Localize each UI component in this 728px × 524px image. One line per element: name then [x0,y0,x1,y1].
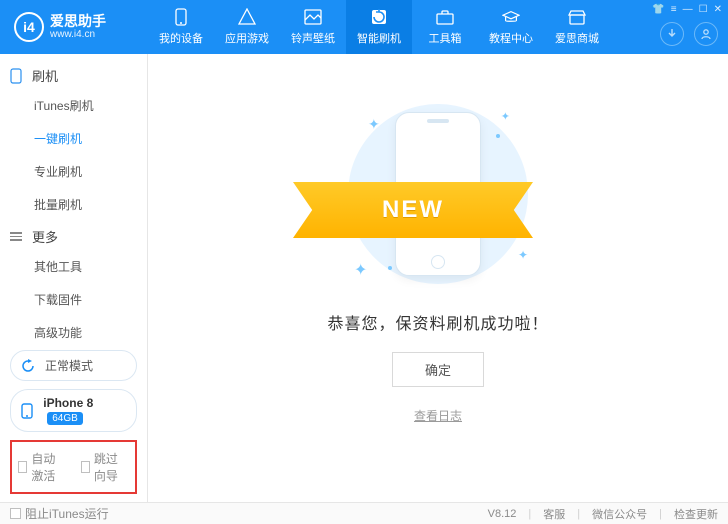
app-logo: i4 爱思助手 www.i4.cn [0,12,148,42]
nav-my-device[interactable]: 我的设备 [148,0,214,54]
dot-icon [496,134,500,138]
download-button[interactable] [660,22,684,46]
sparkle-icon: ✦ [368,116,380,133]
sidebar-group-title: 刷机 [32,66,58,85]
checkbox-label: 阻止iTunes运行 [25,505,109,522]
success-message: 恭喜您，保资料刷机成功啦！ [327,310,548,334]
footer-link-wechat[interactable]: 微信公众号 [592,506,647,522]
close-icon[interactable]: ✕ [714,4,722,15]
phone-icon [21,403,35,419]
apps-icon [238,8,256,26]
logo-title: 爱思助手 [50,14,106,28]
block-itunes-checkbox[interactable]: 阻止iTunes运行 [10,505,109,522]
nav-ringtones[interactable]: 铃声壁纸 [280,0,346,54]
sidebar-group-title: 更多 [32,227,58,246]
storage-badge: 64GB [47,412,83,425]
device-pill[interactable]: iPhone 8 64GB [10,389,137,432]
version-label: V8.12 [488,508,517,520]
mode-pill[interactable]: 正常模式 [10,350,137,381]
device-icon [172,8,190,26]
nav-store[interactable]: 爱思商城 [544,0,610,54]
separator: | [528,508,531,520]
nav-label: 智能刷机 [357,30,401,46]
confirm-button[interactable]: 确定 [392,352,484,387]
sparkle-icon: ✦ [518,248,528,262]
tutorial-icon [502,8,520,26]
footer-link-support[interactable]: 客服 [543,506,565,522]
success-illustration: ✦ ✦ ✦ ✦ NEW [323,102,553,286]
account-button[interactable] [694,22,718,46]
checkbox-label: 跳过向导 [94,450,129,484]
checkbox-icon [81,461,90,473]
sparkle-icon: ✦ [354,260,367,280]
nav-label: 爱思商城 [555,30,599,46]
wallpaper-icon [304,8,322,26]
nav-label: 铃声壁纸 [291,30,335,46]
sidebar-item-other-tools[interactable]: 其他工具 [0,250,147,283]
toolbox-icon [436,8,454,26]
store-icon [568,8,586,26]
auto-activate-checkbox[interactable]: 自动激活 [18,450,67,484]
sidebar-item-advanced[interactable]: 高级功能 [0,316,147,342]
separator: | [659,508,662,520]
checkbox-label: 自动激活 [31,450,66,484]
nav-label: 教程中心 [489,30,533,46]
logo-url: www.i4.cn [50,30,106,40]
window-controls: 👕 ≡ — ☐ ✕ [652,4,722,15]
minimize-icon[interactable]: — [683,4,693,15]
sidebar-item-itunes-flash[interactable]: iTunes刷机 [0,89,147,122]
nav-label: 工具箱 [429,30,462,46]
new-ribbon: NEW [293,182,533,238]
nav-label: 我的设备 [159,30,203,46]
sidebar-group-flash: 刷机 [0,60,147,89]
separator: | [577,508,580,520]
sidebar-item-pro-flash[interactable]: 专业刷机 [0,155,147,188]
ribbon-text: NEW [382,196,444,224]
mode-label: 正常模式 [45,357,93,374]
nav-apps[interactable]: 应用游戏 [214,0,280,54]
nav-flash[interactable]: 智能刷机 [346,0,412,54]
logo-badge: i4 [14,12,44,42]
device-name: iPhone 8 [43,396,93,410]
sidebar-item-download-firmware[interactable]: 下载固件 [0,283,147,316]
nav-toolbox[interactable]: 工具箱 [412,0,478,54]
refresh-icon [21,359,37,373]
sidebar-item-batch-flash[interactable]: 批量刷机 [0,188,147,221]
sidebar-group-more: 更多 [0,221,147,250]
nav-tutorials[interactable]: 教程中心 [478,0,544,54]
dot-icon [388,266,392,270]
skip-wizard-checkbox[interactable]: 跳过向导 [81,450,130,484]
shirt-icon[interactable]: 👕 [652,4,664,15]
flash-icon [370,8,388,26]
sparkle-icon: ✦ [501,110,510,123]
maximize-icon[interactable]: ☐ [699,4,708,15]
checkbox-icon [18,461,27,473]
checkbox-icon [10,508,21,519]
highlighted-options: 自动激活 跳过向导 [10,440,137,494]
phone-small-icon [10,68,26,84]
menu-icon[interactable]: ≡ [671,4,677,15]
nav-label: 应用游戏 [225,30,269,46]
sidebar-item-oneclick-flash[interactable]: 一键刷机 [0,122,147,155]
footer-link-update[interactable]: 检查更新 [674,506,718,522]
view-log-link[interactable]: 查看日志 [414,407,462,424]
more-icon [10,232,26,241]
